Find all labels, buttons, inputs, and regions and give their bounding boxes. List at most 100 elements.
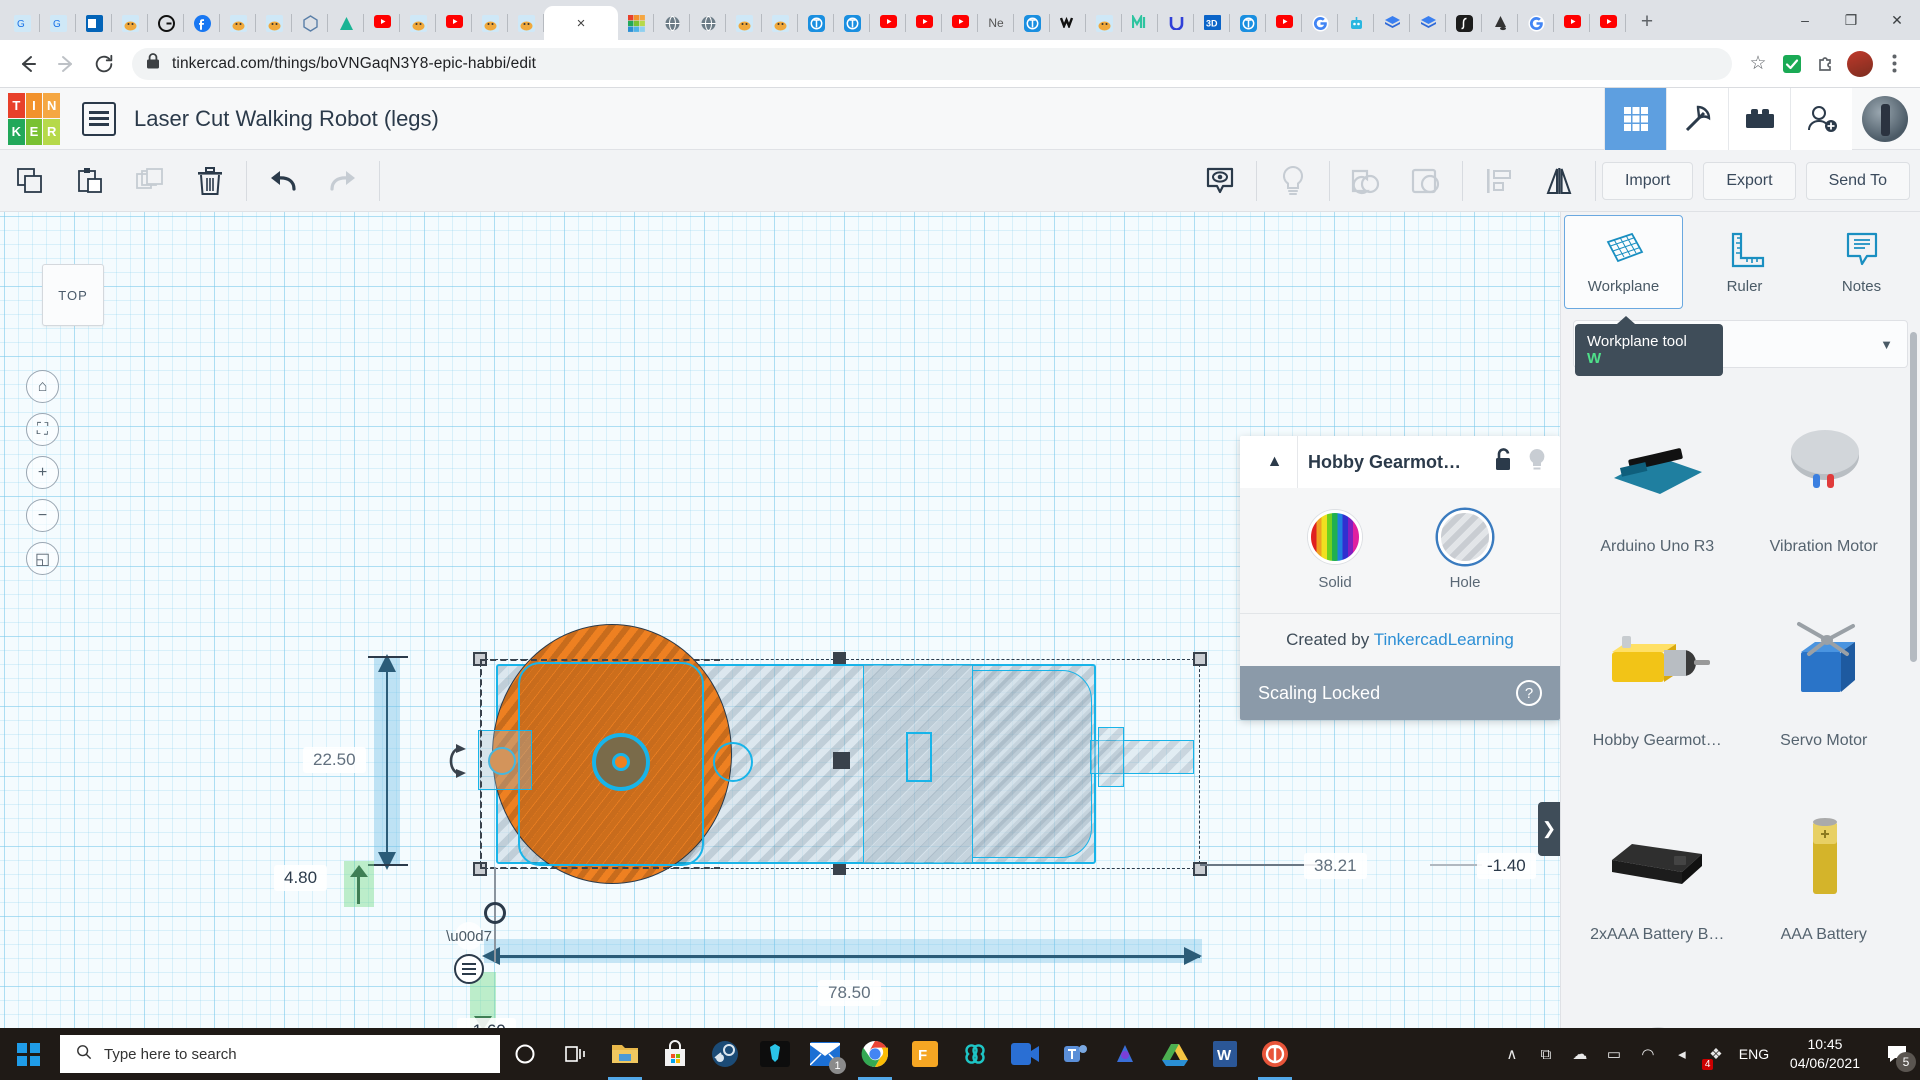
copy-button[interactable] xyxy=(0,150,60,212)
browser-tab-kidibot-36[interactable] xyxy=(1338,6,1374,40)
taskbar-app-predator-sense[interactable] xyxy=(750,1028,800,1080)
browser-tab-scratch-cat-29[interactable] xyxy=(1086,6,1122,40)
library-grid[interactable]: Arduino Uno R3Vibration MotorHobby Gearm… xyxy=(1561,368,1920,1080)
notification-center-button[interactable]: 5 xyxy=(1874,1028,1920,1080)
mirror-button[interactable] xyxy=(1529,150,1589,212)
wifi-icon[interactable]: ◠ xyxy=(1632,1028,1664,1080)
browser-tab-grammarly-4[interactable] xyxy=(148,6,184,40)
library-item-aaa-battery[interactable]: AAA Battery xyxy=(1742,762,1907,954)
onedrive-icon[interactable]: ☁ xyxy=(1564,1028,1596,1080)
browser-tab-youtube-10[interactable] xyxy=(364,6,400,40)
duplicate-button[interactable] xyxy=(120,150,180,212)
user-avatar[interactable] xyxy=(1862,96,1908,142)
page-title[interactable]: Laser Cut Walking Robot (legs) xyxy=(134,106,439,132)
minimize-button[interactable]: – xyxy=(1782,4,1828,36)
volume-icon[interactable]: ◂ xyxy=(1666,1028,1698,1080)
resize-handle-tr[interactable] xyxy=(1193,652,1207,666)
browser-tab-globe-18[interactable] xyxy=(690,6,726,40)
browser-tab-youtube-24[interactable] xyxy=(906,6,942,40)
browser-tab-outlook-2[interactable] xyxy=(76,6,112,40)
taskbar-app-file-explorer[interactable] xyxy=(600,1028,650,1080)
browser-tab-sketchfab-38[interactable] xyxy=(1410,6,1446,40)
delete-button[interactable] xyxy=(180,150,240,212)
bookmark-star-icon[interactable]: ☆ xyxy=(1742,48,1774,80)
dropbox-icon[interactable]: ❖4 xyxy=(1700,1028,1732,1080)
sidebar-item-ruler[interactable]: Ruler xyxy=(1686,212,1803,312)
profile-avatar[interactable] xyxy=(1844,48,1876,80)
taskbar-app-teams[interactable] xyxy=(1050,1028,1100,1080)
taskbar-app-infinity[interactable] xyxy=(950,1028,1000,1080)
language-indicator[interactable]: ENG xyxy=(1732,1028,1776,1080)
tinkercad-logo[interactable]: TINKER xyxy=(8,93,60,145)
browser-tab-youtube-12[interactable] xyxy=(436,6,472,40)
hole-option[interactable]: Hole xyxy=(1438,510,1492,591)
header-mode-blocks[interactable] xyxy=(1666,88,1728,150)
taskbar-app-word[interactable]: W xyxy=(1200,1028,1250,1080)
send-to-button[interactable]: Send To xyxy=(1806,162,1910,200)
align-button[interactable] xyxy=(1469,150,1529,212)
browser-tab-scratch-cat-20[interactable] xyxy=(762,6,798,40)
taskbar-app-steam[interactable] xyxy=(700,1028,750,1080)
created-by-author[interactable]: TinkercadLearning xyxy=(1374,630,1514,649)
browser-tab-udemy-31[interactable] xyxy=(1158,6,1194,40)
browser-tab-google-translate-1[interactable]: G xyxy=(40,6,76,40)
browser-tab-tinkercad-active-15[interactable]: × xyxy=(544,6,618,40)
ungroup-button[interactable] xyxy=(1396,150,1456,212)
close-window-button[interactable]: ✕ xyxy=(1874,4,1920,36)
light-button[interactable] xyxy=(1263,150,1323,212)
import-button[interactable]: Import xyxy=(1602,162,1693,200)
gearmotor-segment-2[interactable] xyxy=(972,670,1092,858)
show-hidden-icons[interactable]: ∧ xyxy=(1496,1028,1528,1080)
show-hide-button[interactable] xyxy=(1190,150,1250,212)
width-dimension-label[interactable]: 78.50 xyxy=(818,980,881,1006)
cortana-icon[interactable] xyxy=(500,1028,550,1080)
browser-tab-globe-17[interactable] xyxy=(654,6,690,40)
z-offset-label[interactable]: 4.80 xyxy=(274,865,327,891)
view-cube[interactable]: TOP xyxy=(42,264,104,326)
gearmotor-shaft-collar[interactable] xyxy=(1098,727,1124,787)
header-mode-bricks[interactable] xyxy=(1728,88,1790,150)
tab-close-icon[interactable]: × xyxy=(577,16,586,31)
zoom-in-button[interactable]: + xyxy=(26,456,59,489)
taskbar-app-krita[interactable] xyxy=(1100,1028,1150,1080)
design-canvas[interactable]: TOP ⌂⛶+−◱ xyxy=(0,212,1560,1080)
taskbar-app-tinkercad-app[interactable] xyxy=(1250,1028,1300,1080)
browser-tab-youtube-23[interactable] xyxy=(870,6,906,40)
header-mode-invite[interactable] xyxy=(1790,88,1852,150)
rotate-handle[interactable] xyxy=(438,742,472,778)
move-handle[interactable] xyxy=(484,902,506,924)
browser-tab-sketchfab-37[interactable] xyxy=(1374,6,1410,40)
export-button[interactable]: Export xyxy=(1703,162,1795,200)
sidebar-item-workplane[interactable]: Workplane xyxy=(1564,215,1683,309)
browser-tab-medium-30[interactable] xyxy=(1122,6,1158,40)
browser-tab-tinkercad-t-22[interactable] xyxy=(834,6,870,40)
browser-tab-makecode-8[interactable] xyxy=(292,6,328,40)
library-item-servo-motor[interactable]: Servo Motor xyxy=(1742,568,1907,760)
taskbar-app-drive[interactable] xyxy=(1150,1028,1200,1080)
paste-button[interactable] xyxy=(60,150,120,212)
design-list-button[interactable] xyxy=(82,102,116,136)
battery-icon[interactable]: ▭ xyxy=(1598,1028,1630,1080)
browser-tab-tinkercad-t-21[interactable] xyxy=(798,6,834,40)
maximize-button[interactable]: ❐ xyxy=(1828,4,1874,36)
solid-option[interactable]: Solid xyxy=(1308,510,1362,591)
new-tab-button[interactable]: + xyxy=(1632,7,1662,37)
header-mode-design[interactable] xyxy=(1604,88,1666,150)
reload-button[interactable] xyxy=(86,46,122,82)
browser-tab-google-41[interactable] xyxy=(1518,6,1554,40)
task-view-icon[interactable] xyxy=(550,1028,600,1080)
browser-tab-scratch-cat-11[interactable] xyxy=(400,6,436,40)
browser-tab-google-35[interactable] xyxy=(1302,6,1338,40)
browser-tab-scratch-cat-19[interactable] xyxy=(726,6,762,40)
group-button[interactable] xyxy=(1336,150,1396,212)
taskbar-app-mail[interactable]: 1 xyxy=(800,1028,850,1080)
browser-tab-scratch-cat-3[interactable] xyxy=(112,6,148,40)
library-item-2xaaa-battery-box[interactable]: 2xAAA Battery B… xyxy=(1575,762,1740,954)
browser-tab-scratch-cat-14[interactable] xyxy=(508,6,544,40)
browser-tab-tinkercad-t-33[interactable] xyxy=(1230,6,1266,40)
browser-tab-youtube-43[interactable] xyxy=(1590,6,1626,40)
browser-tab-tinkercad-t-27[interactable] xyxy=(1014,6,1050,40)
chevron-down-icon[interactable]: ▼ xyxy=(1880,337,1893,352)
browser-tab-jdownloader-39[interactable] xyxy=(1446,6,1482,40)
lightbulb-icon[interactable] xyxy=(1526,447,1548,478)
